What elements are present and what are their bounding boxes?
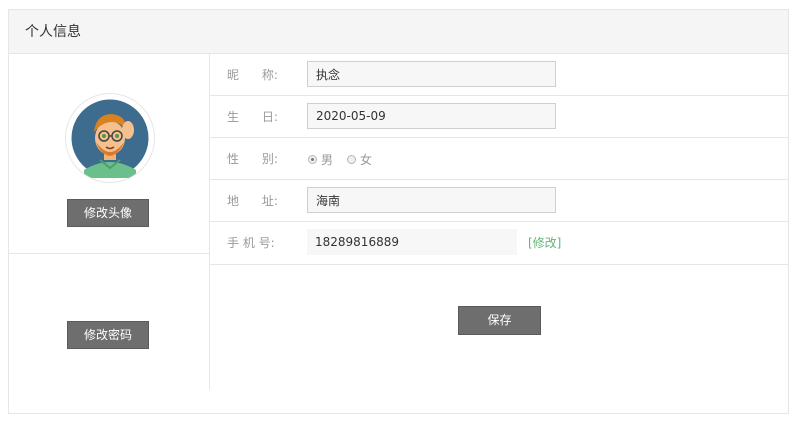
change-avatar-button[interactable]: 修改头像 (67, 199, 149, 227)
nickname-row: 昵 称: (210, 54, 788, 96)
radio-unchecked-icon (347, 154, 357, 164)
avatar-section: 修改头像 (9, 54, 209, 254)
gender-row: 性 别: 男 女 (210, 138, 788, 180)
save-button[interactable]: 保存 (458, 306, 541, 335)
gender-radio-group: 男 女 (308, 138, 386, 180)
phone-label: 手 机 号: (227, 236, 275, 250)
info-form: 昵 称: 生 日: 性 别: 男 女 地 址: (210, 54, 788, 335)
birthday-input[interactable] (307, 103, 556, 129)
avatar-icon (68, 96, 152, 180)
nickname-input[interactable] (307, 61, 556, 87)
panel-title: 个人信息 (9, 10, 788, 54)
phone-row: 手 机 号: 18289816889 [修改] (210, 222, 788, 265)
address-row: 地 址: (210, 180, 788, 222)
gender-male-label: 男 (321, 152, 334, 167)
personal-info-panel: 个人信息 修改头像 修改密码 昵 称: 执念 生 日: 2020-05-09 性… (8, 9, 789, 414)
gender-male-radio[interactable]: 男 (308, 151, 333, 168)
avatar (66, 94, 154, 182)
address-label: 地 址: (227, 194, 278, 208)
address-input[interactable] (307, 187, 556, 213)
phone-value: 18289816889 (307, 229, 517, 255)
gender-female-radio[interactable]: 女 (347, 151, 372, 168)
nickname-label: 昵 称: (227, 68, 278, 82)
birthday-label: 生 日: (227, 110, 278, 124)
birthday-row: 生 日: (210, 96, 788, 138)
left-column: 修改头像 修改密码 (9, 54, 210, 390)
radio-checked-icon (308, 154, 317, 164)
change-password-button[interactable]: 修改密码 (67, 321, 149, 349)
modify-phone-link[interactable]: [修改] (528, 222, 561, 264)
gender-label: 性 别: (227, 152, 278, 166)
gender-female-label: 女 (360, 152, 373, 167)
